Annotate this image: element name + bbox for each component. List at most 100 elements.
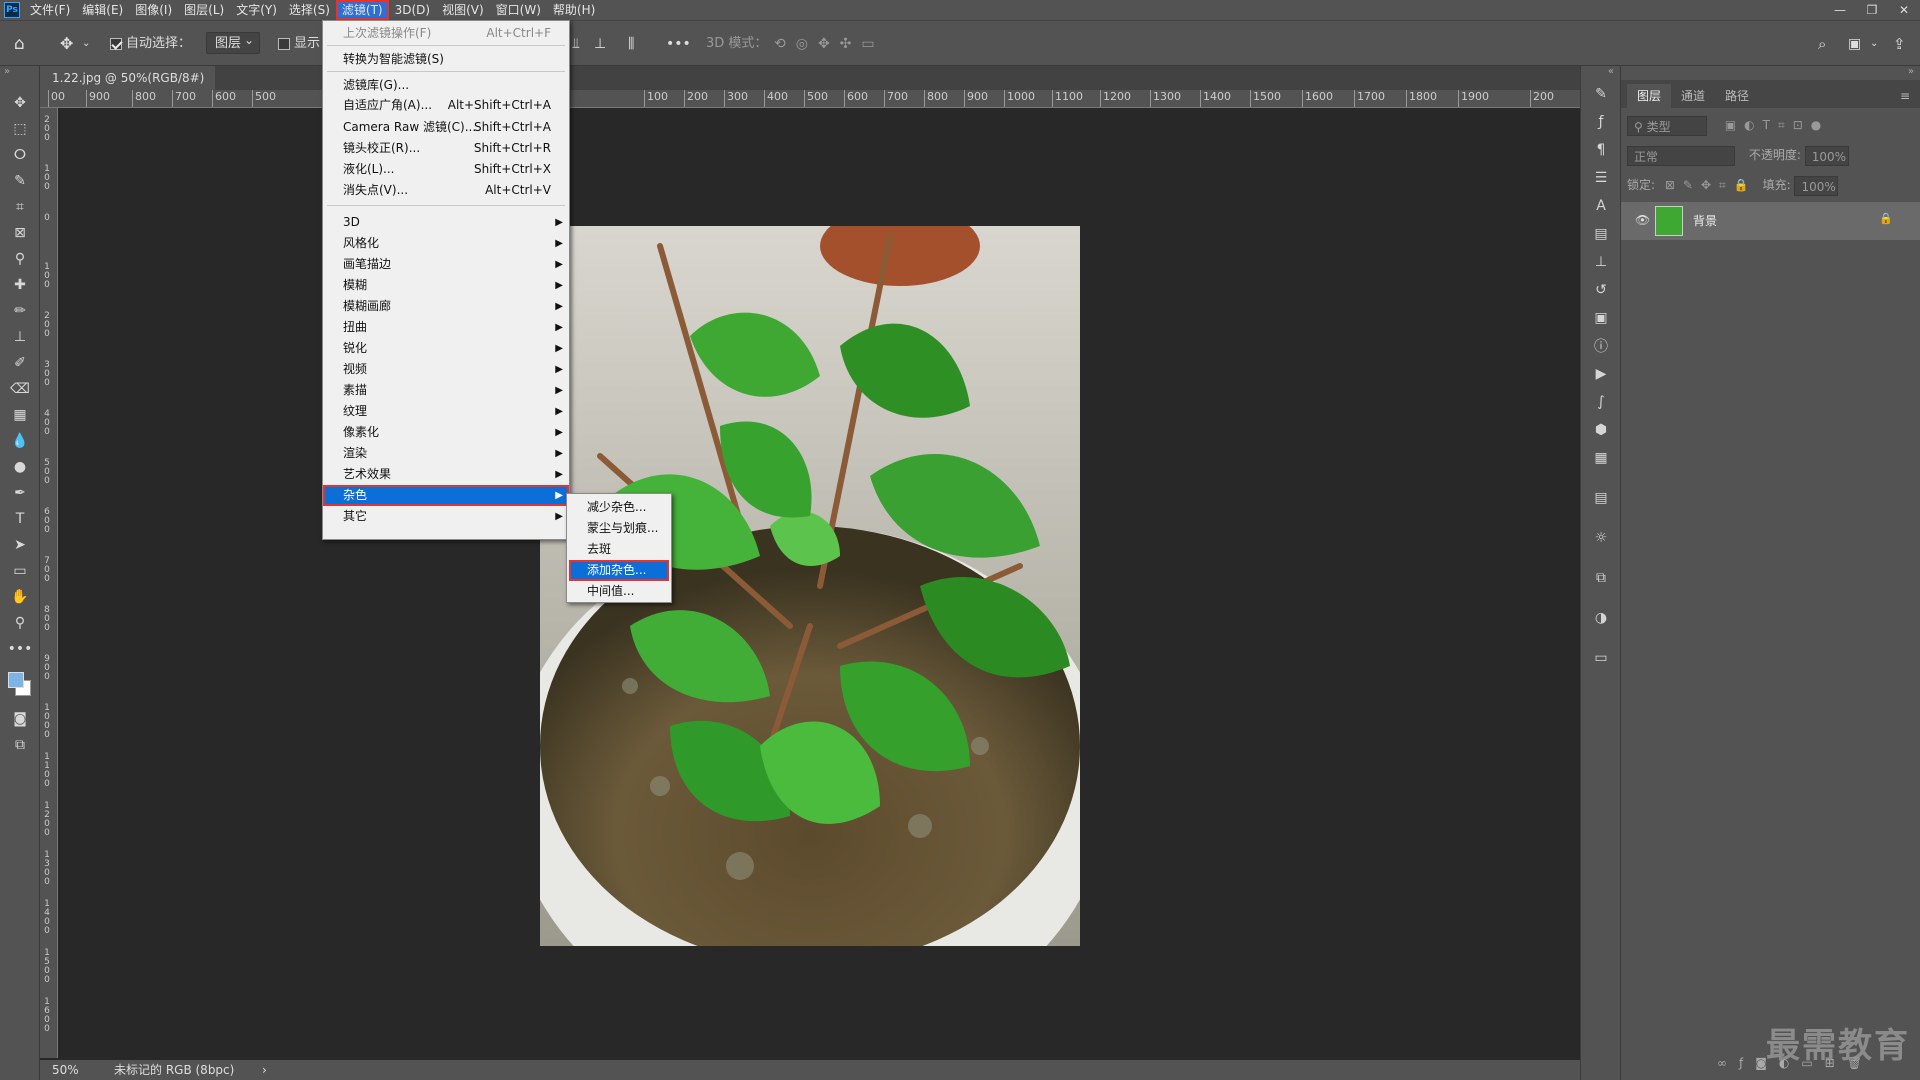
workspace-chevron-icon[interactable]: ⌄ — [1870, 21, 1878, 67]
quick-select-tool-icon[interactable]: ✎ — [0, 168, 40, 194]
zoom-level[interactable]: 50% — [52, 1060, 79, 1080]
search-icon[interactable]: ⌕ — [1818, 21, 1826, 67]
filter-menu-item[interactable]: 上次滤镜操作(F) Alt+Ctrl+F — [323, 23, 569, 44]
history-icon[interactable]: ↺ — [1581, 276, 1621, 304]
edit-toolbar-icon[interactable]: ••• — [0, 636, 40, 662]
foreground-color-swatch[interactable] — [8, 672, 24, 688]
blend-mode-select[interactable]: 正常 — [1627, 145, 1735, 166]
layer-filter-icons[interactable]: ▣◐T⌗⊡● — [1725, 118, 1829, 132]
menu-8[interactable]: 视图(V) — [436, 0, 490, 20]
marquee-tool-icon[interactable]: ⬚ — [0, 116, 40, 142]
collapse-layers-icon[interactable]: » — [1621, 66, 1920, 80]
fill-input[interactable]: 100% — [1794, 175, 1839, 196]
move-tool-icon[interactable]: ✥ — [60, 21, 73, 67]
swatches-icon[interactable]: ▭ — [1581, 644, 1621, 672]
auto-select-checkbox[interactable] — [110, 37, 122, 50]
align-bottom-icon[interactable]: ⫫ — [572, 21, 580, 67]
healing-brush-tool-icon[interactable]: ✚ — [0, 272, 40, 298]
zoom-tool-icon[interactable]: ⚲ — [0, 610, 40, 636]
filter-menu-item[interactable]: 风格化 ▶ — [323, 233, 569, 254]
blur-tool-icon[interactable]: 💧 — [0, 428, 40, 454]
notes-icon[interactable]: ▤ — [1581, 484, 1621, 512]
tab-paths[interactable]: 路径 — [1715, 84, 1759, 108]
clone-source-icon[interactable]: ⊥ — [1581, 248, 1621, 276]
noise-submenu-item[interactable]: 蒙尘与划痕... — [569, 518, 669, 539]
stamp-tool-icon[interactable]: ⊥ — [0, 324, 40, 350]
color-swatches[interactable] — [0, 662, 39, 706]
filter-menu-item[interactable]: 液化(L)... Shift+Ctrl+X — [323, 159, 569, 180]
dodge-tool-icon[interactable]: ● — [0, 454, 40, 480]
filter-menu-item[interactable]: 视频 ▶ — [323, 359, 569, 380]
lasso-tool-icon[interactable]: ⵔ — [0, 142, 40, 168]
history-brush-tool-icon[interactable]: ✐ — [0, 350, 40, 376]
paths-icon[interactable]: ∫ — [1581, 388, 1621, 416]
menu-4[interactable]: 文字(Y) — [230, 0, 283, 20]
home-icon[interactable]: ⌂ — [14, 21, 25, 67]
panel-menu-icon[interactable]: ≡ — [1890, 84, 1920, 108]
brush-tool-icon[interactable]: ✏ — [0, 298, 40, 324]
filter-menu-item[interactable]: 杂色 ▶ — [323, 485, 569, 506]
tab-layers[interactable]: 图层 — [1627, 84, 1672, 108]
more-options-icon[interactable]: ••• — [666, 21, 691, 67]
layer-row-background[interactable]: 👁 背景 🔒 — [1621, 202, 1920, 240]
brush-settings-icon[interactable]: ✎ — [1581, 80, 1621, 108]
panel-collapse-icon[interactable]: » — [0, 66, 39, 90]
document-tab[interactable]: 1.22.jpg @ 50%(RGB/8#) × — [40, 66, 215, 109]
show-transform-checkbox[interactable] — [278, 37, 290, 50]
close-button[interactable]: ✕ — [1888, 0, 1920, 20]
visibility-eye-icon[interactable]: 👁 — [1635, 213, 1650, 227]
tool-preset-chevron-icon[interactable]: ⌄ — [82, 21, 90, 67]
distribute-icon[interactable]: ⊥ — [594, 21, 606, 67]
properties-icon[interactable]: ▤ — [1581, 220, 1621, 248]
info-icon[interactable]: ⓘ — [1581, 332, 1621, 360]
filter-menu-item[interactable]: 其它 ▶ — [323, 506, 569, 527]
workspace-icon[interactable]: ▣ — [1848, 21, 1861, 67]
frame-tool-icon[interactable]: ⊠ — [0, 220, 40, 246]
menu-0[interactable]: 文件(F) — [24, 0, 76, 20]
status-menu-arrow-icon[interactable]: › — [262, 1060, 267, 1080]
align-extra-icon[interactable]: ⫼ — [628, 21, 634, 67]
menu-2[interactable]: 图像(I) — [129, 0, 178, 20]
tab-channels[interactable]: 通道 — [1671, 84, 1715, 108]
settings-sun-icon[interactable]: ☼ — [1581, 524, 1621, 552]
menu-7[interactable]: 3D(D) — [389, 0, 436, 20]
crop-tool-icon[interactable]: ⌗ — [0, 194, 40, 220]
filter-menu-item[interactable]: 自适应广角(A)... Alt+Shift+Ctrl+A — [323, 95, 569, 116]
menu-9[interactable]: 窗口(W) — [490, 0, 547, 20]
opacity-input[interactable]: 100% — [1804, 145, 1849, 166]
filter-menu-item[interactable]: 模糊 ▶ — [323, 275, 569, 296]
hand-tool-icon[interactable]: ✋ — [0, 584, 40, 610]
filter-menu-item[interactable]: 锐化 ▶ — [323, 338, 569, 359]
libraries-icon[interactable]: ▣ — [1581, 304, 1621, 332]
paragraph-icon[interactable]: ¶ — [1581, 136, 1621, 164]
filter-menu-item[interactable]: 艺术效果 ▶ — [323, 464, 569, 485]
restore-button[interactable]: ❐ — [1856, 0, 1888, 20]
type-tool-icon[interactable]: T — [0, 506, 40, 532]
layer-comps-icon[interactable]: ⧉ — [1581, 564, 1621, 592]
quick-mask-icon[interactable]: ◙ — [0, 706, 40, 732]
rectangle-tool-icon[interactable]: ▭ — [0, 558, 40, 584]
pen-tool-icon[interactable]: ✒ — [0, 480, 40, 506]
filter-menu-item[interactable]: 模糊画廊 ▶ — [323, 296, 569, 317]
3d-mode-icons[interactable]: ⟲◎✥✣▭ — [774, 21, 885, 67]
filter-menu-item[interactable]: 渲染 ▶ — [323, 443, 569, 464]
filter-menu-item[interactable]: 滤镜库(G)... — [323, 75, 569, 96]
screen-mode-icon[interactable]: ⧉ — [0, 732, 40, 758]
filter-menu-item[interactable]: 转换为智能滤镜(S) — [323, 49, 569, 70]
eyedropper-tool-icon[interactable]: ⚲ — [0, 246, 40, 272]
minimize-button[interactable]: — — [1824, 0, 1856, 20]
lock-options-icons[interactable]: ⊠✎✥⌗🔒 — [1665, 178, 1757, 192]
noise-submenu-item[interactable]: 中间值... — [569, 581, 669, 602]
3d-panel-icon[interactable]: ⬢ — [1581, 416, 1621, 444]
gradient-tool-icon[interactable]: ▦ — [0, 402, 40, 428]
layer-lock-icon[interactable]: 🔒 — [1879, 212, 1893, 225]
menu-10[interactable]: 帮助(H) — [547, 0, 601, 20]
share-icon[interactable]: ⇪ — [1893, 21, 1906, 67]
noise-submenu-item[interactable]: 去斑 — [569, 539, 669, 560]
filter-menu-item[interactable]: 画笔描边 ▶ — [323, 254, 569, 275]
menu-5[interactable]: 选择(S) — [283, 0, 336, 20]
filter-menu-item[interactable]: 消失点(V)... Alt+Ctrl+V — [323, 180, 569, 201]
noise-submenu-item[interactable]: 减少杂色... — [569, 497, 669, 518]
collapse-panels-icon[interactable]: « — [1581, 66, 1620, 80]
filter-menu-item[interactable]: 像素化 ▶ — [323, 422, 569, 443]
